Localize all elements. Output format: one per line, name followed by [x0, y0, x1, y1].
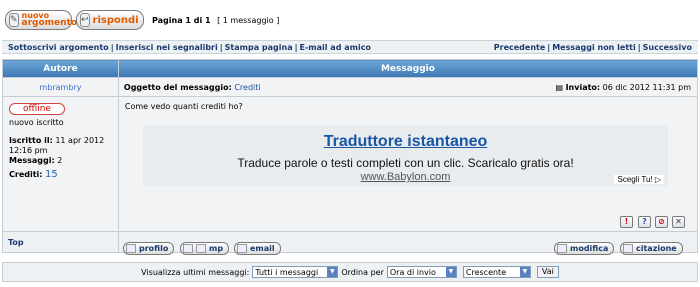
- edit-button[interactable]: modifica: [554, 242, 615, 255]
- subject-link[interactable]: Crediti: [234, 83, 260, 92]
- delete-icon[interactable]: ✕: [672, 216, 685, 228]
- babylon-ad[interactable]: Traduttore istantaneo Traduce parole o t…: [143, 125, 668, 186]
- edit-icon: [557, 244, 567, 253]
- new-topic-button[interactable]: ✎ nuovo argomento: [5, 10, 77, 30]
- order-label: Ordina per: [341, 267, 384, 277]
- messages-value: 2: [57, 156, 63, 165]
- topic-navigation: Precedente | Messaggi non letti | Successivo: [493, 42, 692, 52]
- print-page-link[interactable]: Stampa pagina: [225, 43, 293, 52]
- pm-icon-2: [196, 244, 206, 253]
- messages-label: Messaggi:: [9, 156, 55, 165]
- sent-label: Inviato:: [565, 82, 601, 92]
- show-select-value: Tutti i messaggi: [255, 267, 319, 277]
- chevron-down-icon: ▼: [445, 267, 456, 277]
- author-column-header: Autore: [2, 59, 119, 78]
- order-select-value: Ora di invio: [389, 267, 436, 277]
- quote-label: citazione: [636, 244, 677, 253]
- credits-label: Crediti:: [9, 170, 43, 179]
- profile-label: profilo: [139, 244, 169, 253]
- bookmark-link[interactable]: Inserisci nei segnalibri: [116, 43, 218, 52]
- pagination-info: Pagina 1 di 1 [ 1 messaggio ]: [152, 16, 279, 25]
- document-icon: ✎: [9, 13, 19, 27]
- warn-icon[interactable]: ⊘: [655, 216, 668, 228]
- previous-link[interactable]: Precedente: [494, 43, 546, 52]
- top-toolbar: ✎ nuovo argomento ↩ rispondi Pagina 1 di…: [0, 0, 700, 32]
- pm-icon: [183, 244, 193, 253]
- sent-date: 06 dic 2012 11:31 pm: [602, 82, 691, 92]
- ad-choice[interactable]: Scegli Tu! ▷: [614, 175, 664, 184]
- reply-button[interactable]: ↩ rispondi: [76, 10, 144, 30]
- chevron-down-icon: ▼: [519, 267, 530, 277]
- report-icon[interactable]: !: [620, 216, 633, 228]
- email-label: email: [250, 244, 275, 253]
- pm-button[interactable]: mp: [180, 242, 230, 255]
- next-link[interactable]: Successivo: [643, 43, 692, 52]
- ad-title[interactable]: Traduttore istantaneo: [143, 133, 668, 151]
- post-subject-row: Oggetto del messaggio: Crediti ▤ Inviato…: [117, 77, 699, 97]
- credits-value: 15: [45, 169, 58, 180]
- post-icon: ▤: [555, 82, 564, 92]
- email-icon: [237, 244, 247, 253]
- email-button[interactable]: email: [234, 242, 281, 255]
- subscribe-topic-link[interactable]: Sottoscrivi argomento: [8, 43, 109, 52]
- quote-icon: [623, 244, 633, 253]
- reply-icon: ↩: [80, 13, 90, 27]
- profile-icon: [126, 244, 136, 253]
- ad-description: Traduce parole o testi completi con un c…: [237, 156, 574, 170]
- unread-messages-link[interactable]: Messaggi non letti: [552, 43, 636, 52]
- new-topic-line2: argomento: [21, 18, 78, 28]
- go-button[interactable]: Vai: [536, 266, 559, 278]
- direction-select[interactable]: Crescente ▼: [462, 266, 531, 278]
- author-info: nuovo iscritto Iscritto il: 11 apr 2012 …: [3, 115, 118, 183]
- status-badge: offline: [9, 103, 65, 115]
- post-body: Come vedo quanti crediti ho?: [124, 102, 243, 111]
- pm-label: mp: [209, 244, 224, 253]
- direction-select-value: Crescente: [465, 267, 507, 277]
- info-icon[interactable]: ?: [638, 216, 651, 228]
- top-cell: Top: [2, 231, 119, 253]
- subject-label: Oggetto del messaggio:: [123, 82, 232, 92]
- display-options-bar: Visualizza ultimi messaggi: Tutti i mess…: [2, 262, 698, 282]
- post-author[interactable]: mbrambry: [2, 77, 119, 97]
- show-select[interactable]: Tutti i messaggi ▼: [252, 266, 339, 278]
- email-friend-link[interactable]: E-mail ad amico: [300, 43, 371, 52]
- topic-actions: Sottoscrivi argomento | Inserisci nei segn…: [8, 42, 371, 52]
- top-link[interactable]: Top: [3, 238, 24, 247]
- author-rank: nuovo iscritto: [9, 118, 64, 127]
- page-info: Pagina 1 di 1: [152, 16, 211, 25]
- topic-links-bar: Sottoscrivi argomento | Inserisci nei segn…: [2, 40, 698, 54]
- show-label: Visualizza ultimi messaggi:: [141, 267, 250, 277]
- order-select[interactable]: Ora di invio ▼: [386, 266, 457, 278]
- message-column-header: Messaggio: [117, 59, 699, 78]
- author-profile-cell: offline nuovo iscritto Iscritto il: 11 a…: [2, 96, 119, 232]
- reply-label: rispondi: [92, 14, 139, 26]
- ad-url[interactable]: www.Babylon.com: [143, 171, 668, 183]
- joined-label: Iscritto il:: [9, 136, 53, 145]
- chevron-down-icon: ▼: [327, 267, 338, 277]
- message-count: [ 1 messaggio ]: [217, 16, 280, 25]
- profile-button[interactable]: profilo: [123, 242, 175, 255]
- edit-label: modifica: [570, 244, 609, 253]
- quote-button[interactable]: citazione: [620, 242, 683, 255]
